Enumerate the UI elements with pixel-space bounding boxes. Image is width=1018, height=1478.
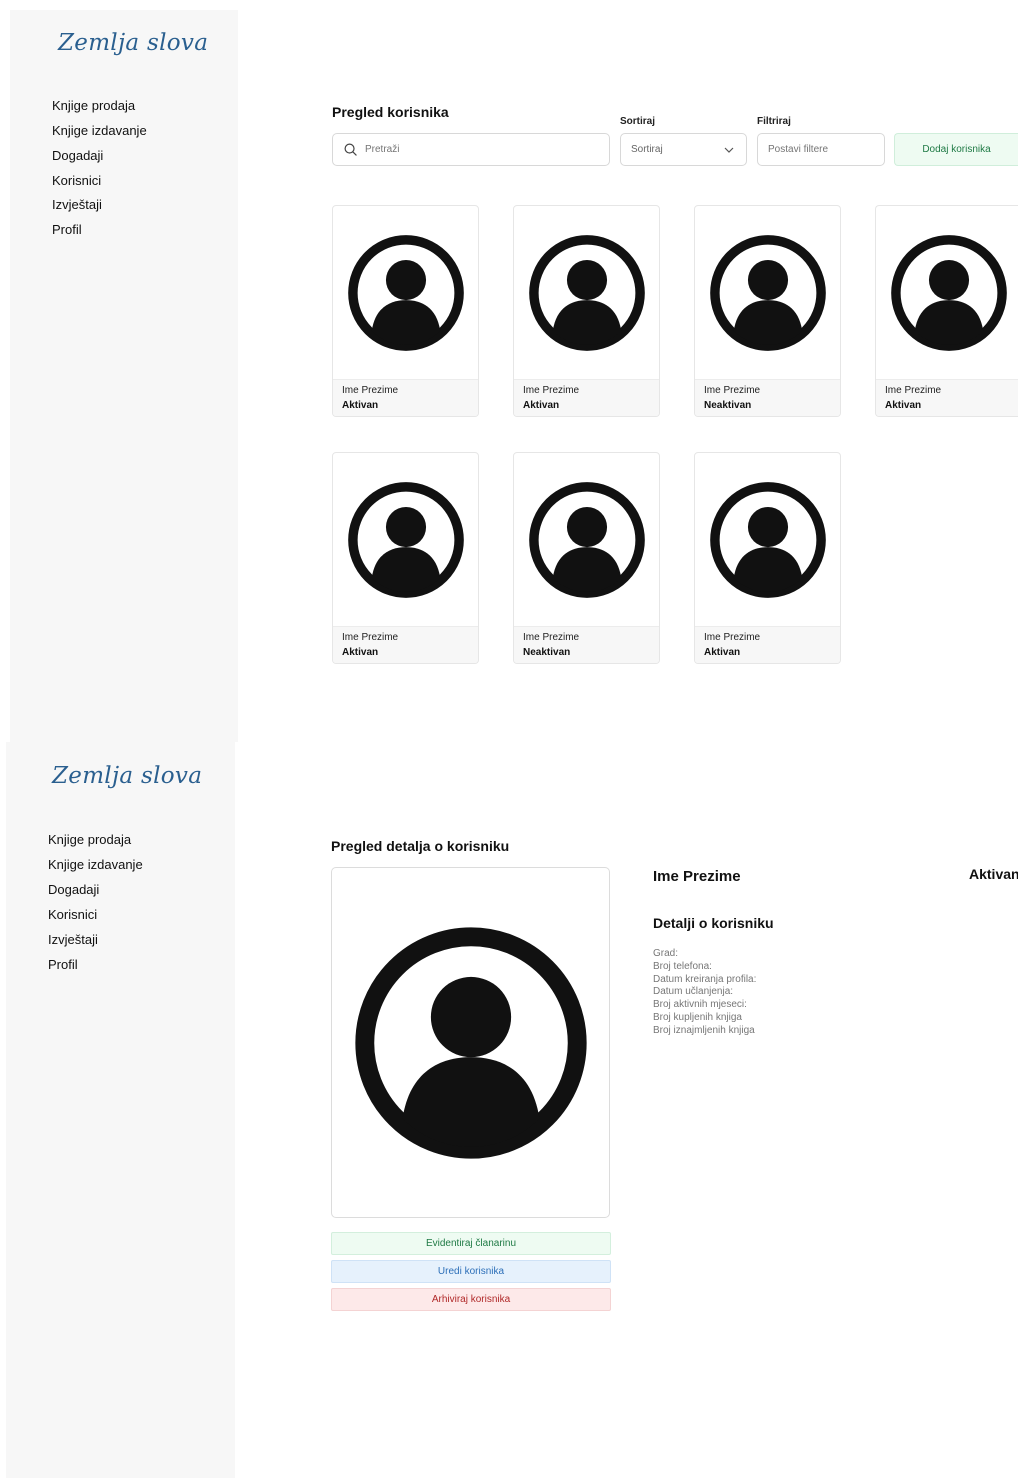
user-status: Aktivan — [342, 647, 379, 658]
sidebar-item-dogadaji[interactable]: Dogadaji — [48, 882, 99, 897]
edit-user-button[interactable]: Uredi korisnika — [331, 1260, 611, 1283]
sidebar-item-knjige-izdavanje[interactable]: Knjige izdavanje — [52, 123, 147, 138]
details-section-title: Detalji o korisniku — [653, 915, 774, 931]
detail-field-active-months: Broj aktivnih mjeseci: — [653, 999, 747, 1011]
status-badge: Aktivan — [969, 866, 1018, 882]
sidebar-item-izvjestaji[interactable]: Izvještaji — [52, 197, 102, 212]
sidebar-item-knjige-izdavanje[interactable]: Knjige izdavanje — [48, 857, 143, 872]
chevron-down-icon — [724, 147, 734, 153]
user-avatar-icon — [529, 482, 645, 598]
user-full-name: Ime Prezime — [653, 868, 741, 885]
user-avatar-icon — [710, 235, 826, 351]
user-details-list: Grad: Broj telefona: Datum kreiranja pro… — [653, 948, 756, 1038]
detail-field-rented-books: Broj iznajmljenih knjiga — [653, 1024, 755, 1036]
brand-logo[interactable]: Zemlja slova — [52, 763, 202, 789]
avatar — [514, 453, 659, 627]
sidebar — [10, 10, 238, 742]
detail-field-grad: Grad: — [653, 948, 679, 959]
avatar — [876, 206, 1018, 380]
sidebar-item-profil[interactable]: Profil — [48, 957, 78, 972]
avatar — [695, 453, 840, 627]
search-icon — [344, 143, 357, 156]
user-avatar-icon — [355, 927, 587, 1159]
detail-field-joined: Datum učlanjenja: — [653, 986, 734, 998]
archive-user-button[interactable]: Arhiviraj korisnika — [331, 1288, 611, 1311]
user-card[interactable]: Ime Prezime Neaktivan — [513, 452, 660, 664]
avatar — [514, 206, 659, 380]
sidebar-item-korisnici[interactable]: Korisnici — [52, 173, 101, 188]
user-card[interactable]: Ime Prezime Aktivan — [875, 205, 1018, 417]
user-name: Ime Prezime — [342, 632, 399, 643]
sidebar-item-knjige-prodaja[interactable]: Knjige prodaja — [48, 832, 131, 847]
user-name: Ime Prezime — [704, 632, 761, 643]
filter-label: Filtriraj — [757, 116, 791, 127]
user-photo-card — [331, 867, 610, 1218]
user-status: Aktivan — [342, 400, 379, 411]
detail-field-created: Datum kreiranja profila: — [653, 973, 757, 985]
user-card[interactable]: Ime Prezime Aktivan — [332, 205, 479, 417]
user-avatar-icon — [348, 482, 464, 598]
sort-select[interactable]: Sortiraj — [620, 133, 747, 166]
user-card[interactable]: Ime Prezime Neaktivan — [694, 205, 841, 417]
user-name: Ime Prezime — [342, 385, 399, 396]
user-status: Neaktivan — [704, 400, 752, 411]
add-user-button[interactable]: Dodaj korisnika — [894, 133, 1018, 166]
user-status: Neaktivan — [523, 647, 571, 658]
user-card[interactable]: Ime Prezime Aktivan — [513, 205, 660, 417]
sidebar-item-korisnici[interactable]: Korisnici — [48, 907, 97, 922]
page-title: Pregled detalja o korisniku — [331, 838, 510, 854]
record-membership-button[interactable]: Evidentiraj članarinu — [331, 1232, 611, 1255]
search-input[interactable] — [365, 144, 585, 155]
avatar — [333, 453, 478, 627]
user-status: Aktivan — [523, 400, 560, 411]
user-status: Aktivan — [885, 400, 922, 411]
sort-label: Sortiraj — [620, 116, 656, 127]
user-name: Ime Prezime — [704, 385, 761, 396]
user-status: Aktivan — [704, 647, 741, 658]
user-card[interactable]: Ime Prezime Aktivan — [332, 452, 479, 664]
user-name: Ime Prezime — [885, 385, 942, 396]
page-title: Pregled korisnika — [332, 104, 449, 120]
detail-field-phone: Broj telefona: — [653, 960, 712, 972]
user-name: Ime Prezime — [523, 632, 580, 643]
avatar — [695, 206, 840, 380]
user-avatar-icon — [710, 482, 826, 598]
sidebar-item-izvjestaji[interactable]: Izvještaji — [48, 932, 98, 947]
user-name: Ime Prezime — [523, 385, 580, 396]
sidebar-item-dogadaji[interactable]: Dogadaji — [52, 148, 103, 163]
sidebar-item-profil[interactable]: Profil — [52, 222, 82, 237]
sidebar — [6, 742, 235, 1478]
user-avatar-icon — [348, 235, 464, 351]
sidebar-item-knjige-prodaja[interactable]: Knjige prodaja — [52, 98, 135, 113]
search-field[interactable] — [332, 133, 610, 166]
user-card[interactable]: Ime Prezime Aktivan — [694, 452, 841, 664]
sort-select-value: Sortiraj — [631, 144, 663, 155]
filter-field[interactable] — [757, 133, 885, 166]
brand-logo[interactable]: Zemlja slova — [58, 30, 208, 56]
detail-field-bought-books: Broj kupljenih knjiga — [653, 1011, 742, 1023]
filter-input[interactable] — [768, 134, 878, 165]
user-avatar-icon — [529, 235, 645, 351]
avatar — [333, 206, 478, 380]
user-avatar-icon — [891, 235, 1007, 351]
